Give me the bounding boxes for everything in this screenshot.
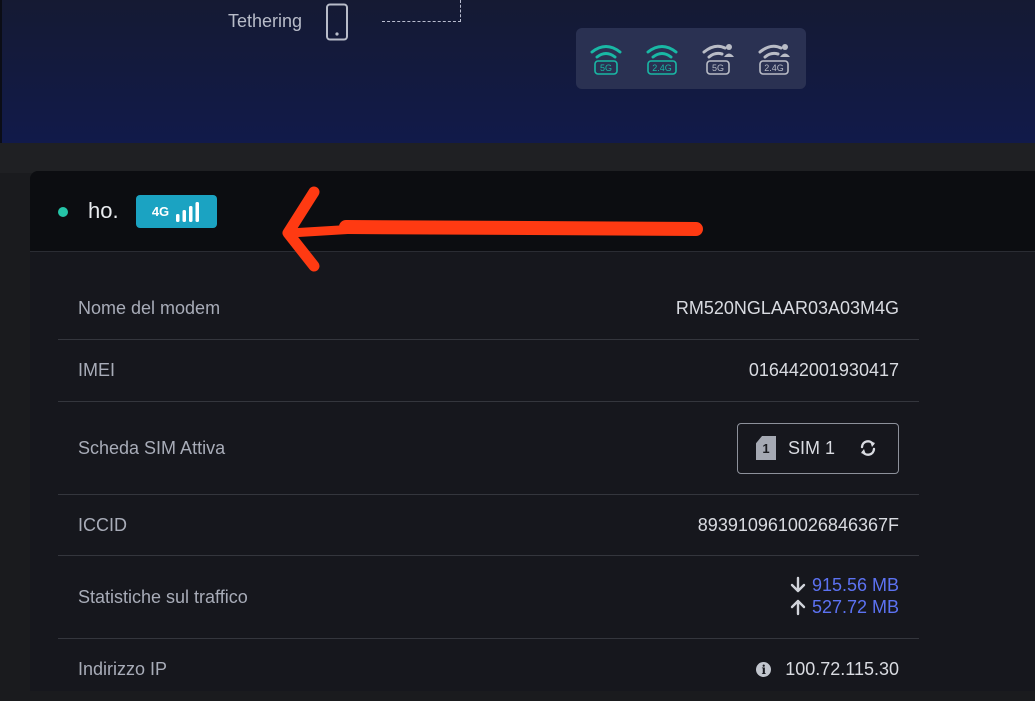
top-banner: Tethering 5G 2.4G 5G 2.4G [0, 0, 1035, 143]
active-sim-label: Scheda SIM Attiva [78, 437, 226, 458]
sim-label: SIM 1 [788, 437, 836, 458]
wifi-status-panel: 5G 2.4G 5G 2.4G [576, 28, 806, 89]
ip-address-row: Indirizzo IP i 100.72.115.30 [58, 639, 919, 701]
phone-icon [326, 3, 348, 41]
wifi-guest-24g-icon[interactable]: 2.4G [757, 42, 791, 76]
ip-address-value: 100.72.115.30 [785, 659, 899, 679]
info-icon[interactable]: i [756, 662, 772, 677]
active-sim-row: Scheda SIM Attiva 1 SIM 1 [58, 402, 919, 495]
network-type-label: 4G [151, 204, 170, 219]
wifi-24g-icon[interactable]: 2.4G [645, 42, 679, 76]
traffic-row: Statistiche sul traffico 915.56 MB 527.7… [58, 556, 919, 639]
imei-value: 016442001930417 [748, 360, 899, 380]
band-label: 5G [712, 63, 724, 73]
imei-label: IMEI [78, 360, 116, 380]
sim-switch-button[interactable]: 1 SIM 1 [737, 422, 899, 474]
signal-bars-icon [176, 201, 200, 222]
ip-address-label: Indirizzo IP [78, 659, 168, 679]
iccid-label: ICCID [78, 514, 127, 535]
modem-name-row: Nome del modem RM520NGLAAR03A03M4G [58, 277, 919, 340]
annotation-arrow [282, 186, 703, 272]
band-label: 2.4G [652, 63, 672, 73]
topology-connector [382, 0, 461, 22]
traffic-stats: 915.56 MB 527.72 MB [790, 574, 899, 618]
arrow-up-icon [790, 599, 806, 616]
ip-address-wrap: i 100.72.115.30 [756, 659, 899, 680]
upload-stat: 527.72 MB [790, 596, 899, 618]
download-value: 915.56 MB [811, 574, 899, 595]
network-type-badge: 4G [136, 195, 217, 228]
arrow-down-icon [790, 576, 806, 593]
connection-status-dot [58, 207, 68, 217]
section-gap [0, 143, 1035, 173]
upload-value: 527.72 MB [811, 596, 899, 617]
wifi-5g-icon[interactable]: 5G [589, 42, 623, 76]
sim-card-icon: 1 [756, 436, 776, 460]
modem-name-label: Nome del modem [78, 297, 221, 318]
wifi-guest-5g-icon[interactable]: 5G [701, 42, 735, 76]
band-label: 2.4G [764, 63, 784, 73]
band-label: 5G [600, 63, 612, 73]
tethering-label: Tethering [228, 11, 303, 31]
iccid-row: ICCID 8939109610026846367F [58, 495, 919, 556]
traffic-label: Statistiche sul traffico [78, 586, 248, 607]
download-stat: 915.56 MB [790, 574, 899, 596]
swap-icon[interactable] [859, 439, 877, 457]
modem-name-value: RM520NGLAAR03A03M4G [675, 297, 899, 318]
operator-name: ho. [88, 198, 119, 223]
imei-row: IMEI 016442001930417 [58, 340, 919, 402]
iccid-value: 8939109610026846367F [697, 514, 899, 535]
